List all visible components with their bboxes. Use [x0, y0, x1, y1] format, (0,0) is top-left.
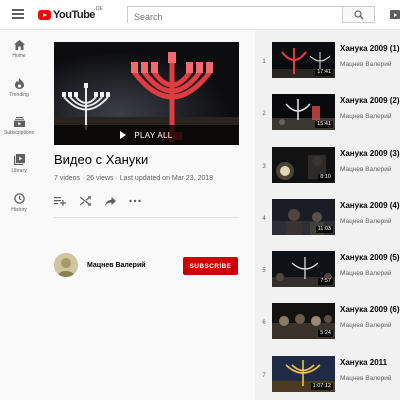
video-thumbnail[interactable]: 17:41: [272, 42, 335, 78]
share-button[interactable]: [104, 195, 116, 207]
video-channel[interactable]: Мацнев Валерий: [340, 113, 392, 120]
share-icon: [104, 196, 116, 206]
add-to-queue-icon: [54, 197, 66, 206]
add-to-queue-button[interactable]: [54, 195, 66, 207]
guide-label-subscriptions: Subscriptions: [3, 130, 34, 136]
playlist-hero-thumbnail[interactable]: PLAY ALL: [54, 42, 239, 145]
video-duration: 5:24: [318, 329, 333, 337]
video-thumbnail[interactable]: 1:07:12: [272, 356, 335, 392]
playlist-stats: 7 videos · 26 views · Last updated on Ma…: [54, 175, 214, 182]
video-title[interactable]: Ханука 2009 (4): [340, 201, 400, 210]
list-item[interactable]: 4 11:03 Ханука 2009 (4) Мацнев Валерий: [255, 199, 400, 251]
youtube-logo[interactable]: YouTube DE: [38, 6, 103, 22]
video-duration: 17:41: [315, 68, 333, 76]
logo-text: YouTube: [53, 9, 95, 21]
video-index: 1: [262, 59, 266, 65]
list-item[interactable]: 2 15:41 Ханука 2009 (2) Мацнев Валерий: [255, 94, 400, 146]
guide-item-subscriptions[interactable]: Subscriptions: [0, 117, 38, 155]
list-item[interactable]: 1 17:41 Ханука 2009 (1) Мацнев Валерий: [255, 42, 400, 94]
video-index: 6: [262, 320, 266, 326]
guide-sidebar: Home Trending Subscriptions Library Hist…: [0, 30, 38, 400]
more-button[interactable]: [129, 195, 141, 207]
play-icon: [120, 131, 127, 139]
guide-item-history[interactable]: History: [0, 193, 38, 231]
history-icon: [13, 193, 25, 204]
search-input[interactable]: [128, 9, 342, 25]
video-channel[interactable]: Мацнев Валерий: [340, 375, 392, 382]
guide-label-trending: Trending: [9, 92, 29, 98]
video-title[interactable]: Ханука 2009 (3): [340, 149, 400, 158]
video-index: 2: [262, 111, 266, 117]
play-all-label: PLAY ALL: [134, 130, 173, 140]
video-thumbnail[interactable]: 11:03: [272, 199, 335, 235]
video-title[interactable]: Ханука 2009 (6): [340, 305, 400, 314]
search-box: [127, 6, 343, 25]
guide-item-home[interactable]: Home: [0, 40, 38, 78]
video-title[interactable]: Ханука 2011: [340, 358, 387, 367]
list-item[interactable]: 5 7:57 Ханука 2009 (5) Мацнев Валерий: [255, 251, 400, 303]
shuffle-icon: [79, 196, 91, 206]
video-thumbnail[interactable]: 7:57: [272, 251, 335, 287]
avatar-image: [54, 253, 78, 277]
play-all-button[interactable]: PLAY ALL: [54, 125, 239, 145]
video-channel[interactable]: Мацнев Валерий: [340, 270, 392, 277]
owner-name[interactable]: Мацнев Валерий: [87, 262, 146, 269]
play-logo-icon: [38, 10, 51, 20]
playlist-video-list: 1 17:41 Ханука 2009 (1) Мацнев Валерий 2: [255, 30, 400, 400]
masthead: YouTube DE: [0, 0, 400, 30]
video-duration: 1:07:12: [310, 382, 333, 390]
flame-icon: [14, 78, 24, 89]
divider: [54, 217, 239, 218]
guide-item-trending[interactable]: Trending: [0, 78, 38, 116]
video-index: 4: [262, 216, 266, 222]
playlist-title: Видео с Хануки: [54, 152, 149, 167]
video-title[interactable]: Ханука 2009 (1): [340, 44, 400, 53]
video-title[interactable]: Ханука 2009 (5): [340, 253, 400, 262]
playlist-actions: [54, 194, 154, 208]
guide-item-library[interactable]: Library: [0, 154, 38, 192]
video-channel[interactable]: Мацнев Валерий: [340, 166, 392, 173]
video-channel[interactable]: Мацнев Валерий: [340, 61, 392, 68]
video-title[interactable]: Ханука 2009 (2): [340, 96, 400, 105]
list-item[interactable]: 6 5:24 Ханука 2009 (6) Мацнев Валерий: [255, 303, 400, 355]
video-index: 7: [262, 373, 266, 379]
owner-avatar[interactable]: [54, 253, 78, 277]
guide-label-library: Library: [11, 168, 27, 174]
playlist-sidebar: PLAY ALL Видео с Хануки 7 videos · 26 vi…: [38, 30, 255, 400]
video-thumbnail[interactable]: 5:24: [272, 303, 335, 339]
list-item[interactable]: 7 1:07:12 Ханука 2011 Мацнев Валерий: [255, 356, 400, 400]
video-duration: 11:03: [315, 225, 333, 233]
video-duration: 15:41: [315, 120, 333, 128]
home-icon: [13, 40, 25, 50]
video-duration: 7:57: [318, 277, 333, 285]
search-icon: [354, 10, 364, 20]
subscribe-button[interactable]: SUBSCRIBE: [183, 257, 238, 275]
subscriptions-icon: [13, 117, 25, 127]
video-channel[interactable]: Мацнев Валерий: [340, 218, 392, 225]
more-icon: [129, 199, 141, 203]
library-icon: [13, 154, 25, 165]
logo-country-code: DE: [95, 6, 103, 12]
video-duration: 8:10: [318, 173, 333, 181]
guide-label-home: Home: [12, 53, 26, 59]
video-index: 3: [262, 164, 266, 170]
shuffle-button[interactable]: [79, 195, 91, 207]
video-thumbnail[interactable]: 15:41: [272, 94, 335, 130]
video-index: 5: [262, 268, 266, 274]
create-video-icon[interactable]: [390, 10, 400, 19]
video-thumbnail[interactable]: 8:10: [272, 147, 335, 183]
guide-label-history: History: [11, 207, 27, 213]
menu-icon[interactable]: [12, 9, 24, 19]
list-item[interactable]: 3 8:10 Ханука 2009 (3) Мацнев Валерий: [255, 147, 400, 199]
video-channel[interactable]: Мацнев Валерий: [340, 322, 392, 329]
search-button[interactable]: [343, 6, 375, 23]
